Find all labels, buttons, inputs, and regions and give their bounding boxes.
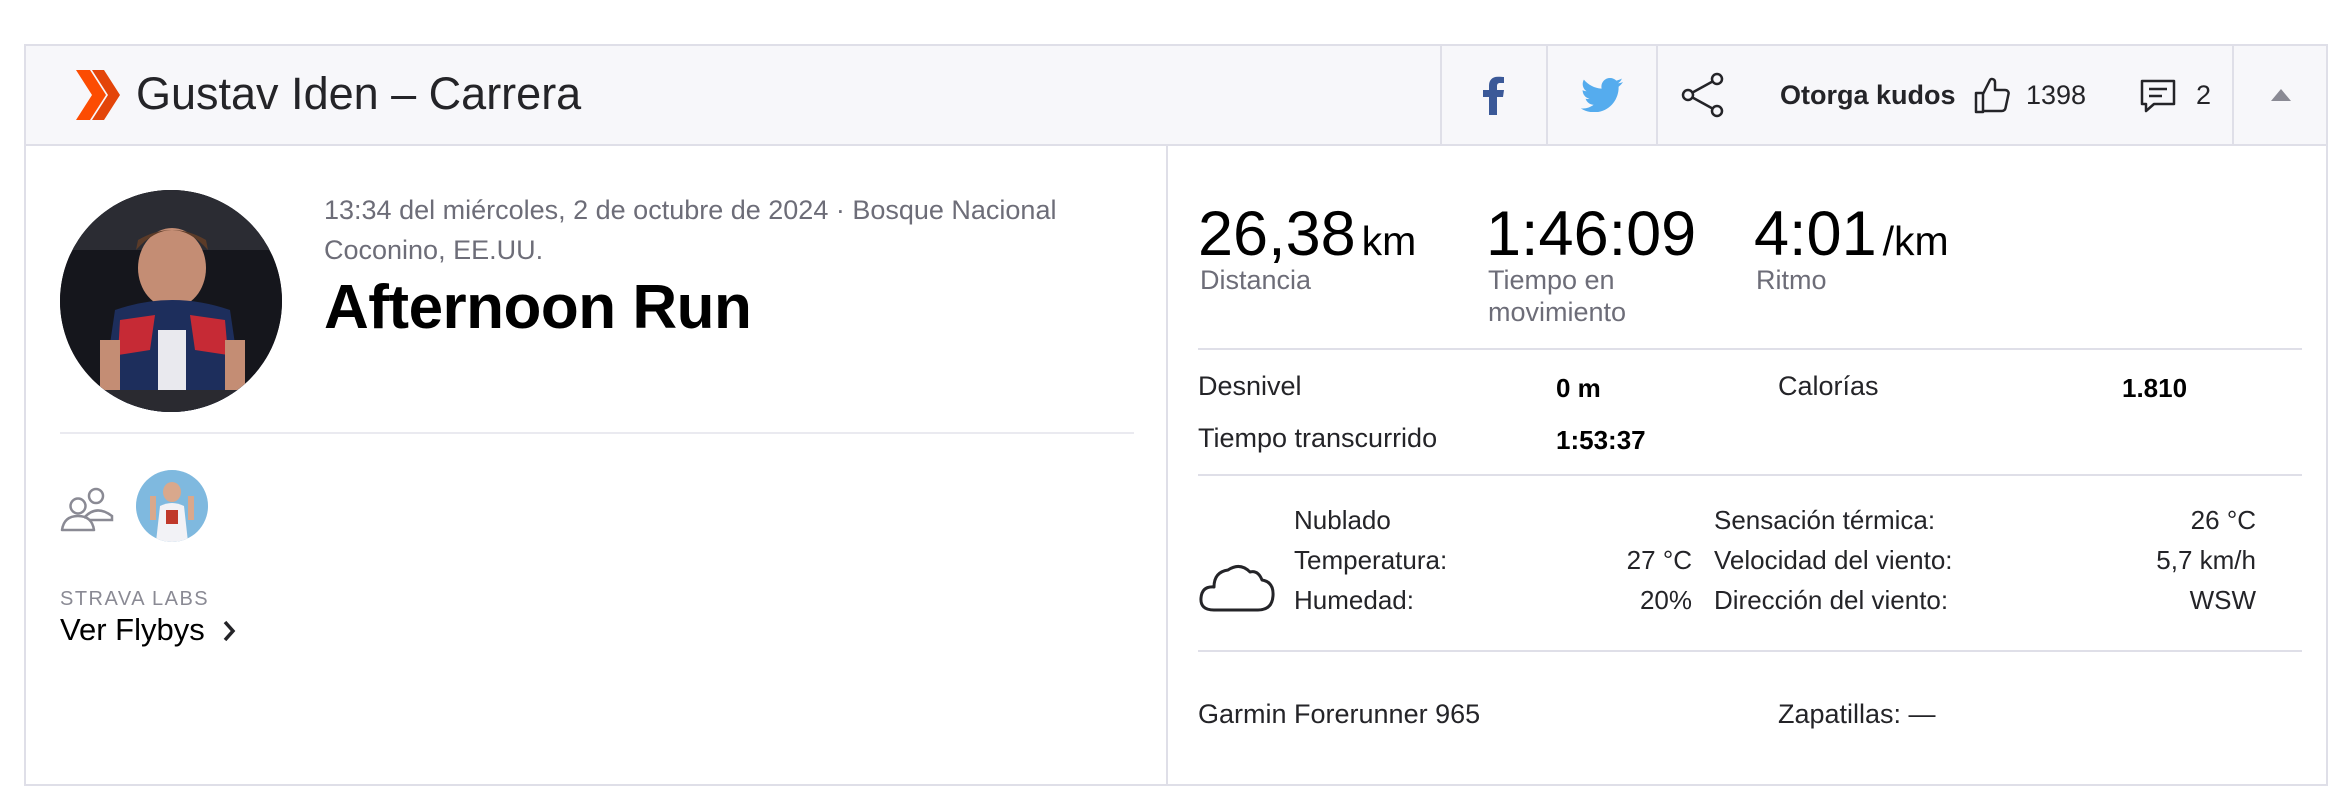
stats-divider-1 [1198,348,2302,350]
moving-time-stat: 1:46:09 [1486,194,1696,274]
column-divider [1166,146,1168,786]
collapse-button[interactable] [2232,46,2328,144]
stats-divider-3 [1198,650,2302,652]
activity-title: Afternoon Run [324,273,752,342]
give-kudos-button[interactable]: Otorga kudos [1780,76,1956,114]
distance-value: 26,38 [1198,199,1356,269]
humidity-value: 20% [1639,585,1692,615]
kudos-count[interactable]: 1398 [2026,76,2086,114]
humidity-label: Humedad: [1294,585,1414,615]
wind-speed-label: Velocidad del viento: [1714,545,1953,575]
athlete-photo [60,190,282,412]
group-member-photo [136,470,208,542]
pace-unit: /km [1882,218,1949,264]
pace-label: Ritmo [1756,265,1827,295]
thumbs-up-icon[interactable] [1974,76,2010,114]
moving-time-value: 1:46:09 [1486,199,1697,269]
calories-label: Calorías [1778,371,1879,401]
pace-value: 4:01 [1754,199,1877,269]
comment-icon[interactable] [2140,78,2176,114]
activity-panel: Gustav Iden – Carrera Otorga kudos 1398 … [24,44,2328,786]
elapsed-time-label: Tiempo transcurrido [1198,423,1438,453]
distance-label: Distancia [1200,265,1312,295]
device-name: Garmin Forerunner 965 [1198,699,1481,729]
flybys-link[interactable]: Ver Flybys [60,610,205,650]
left-divider [60,432,1134,434]
activity-header: Gustav Iden – Carrera Otorga kudos 1398 … [26,46,2326,146]
moving-time-label: Tiempo en movimiento [1488,265,1627,327]
temperature-value: 27 °C [1626,545,1692,575]
comment-count[interactable]: 2 [2196,76,2211,114]
share-icon [1681,72,1724,118]
wind-direction-value: WSW [2189,585,2256,615]
group-member-avatar[interactable] [136,470,208,542]
strava-labs-label: STRAVA LABS [60,588,210,610]
page-title: Gustav Iden – Carrera [136,68,582,119]
share-button[interactable] [1656,46,1748,144]
wind-speed-value: 5,7 km/h [2156,545,2256,575]
feels-like-value: 26 °C [2190,505,2256,535]
facebook-share-button[interactable] [1440,46,1546,144]
twitter-icon [1581,78,1623,112]
strava-chevron-icon [76,70,120,120]
group-activity-icon[interactable] [60,486,116,532]
elapsed-time-value: 1:53:37 [1556,425,1646,455]
shoes-info: Zapatillas: — [1778,699,1936,729]
elevation-value: 0 m [1556,373,1601,403]
weather-condition: Nublado [1294,505,1391,535]
distance-unit: km [1361,218,1417,264]
feels-like-label: Sensación térmica: [1714,505,1936,535]
temperature-label: Temperatura: [1294,545,1448,575]
activity-date-location: 13:34 del miércoles, 2 de octubre de 202… [324,195,1057,265]
wind-direction-label: Dirección del viento: [1714,585,1949,615]
elevation-label: Desnivel [1198,371,1302,401]
facebook-icon [1483,76,1504,115]
cloud-icon [1199,565,1275,612]
stats-divider-2 [1198,474,2302,476]
calories-value: 1.810 [2122,373,2188,403]
chevron-right-icon[interactable] [220,618,238,644]
athlete-avatar[interactable] [60,190,282,412]
twitter-share-button[interactable] [1546,46,1656,144]
caret-up-icon [2271,89,2291,101]
